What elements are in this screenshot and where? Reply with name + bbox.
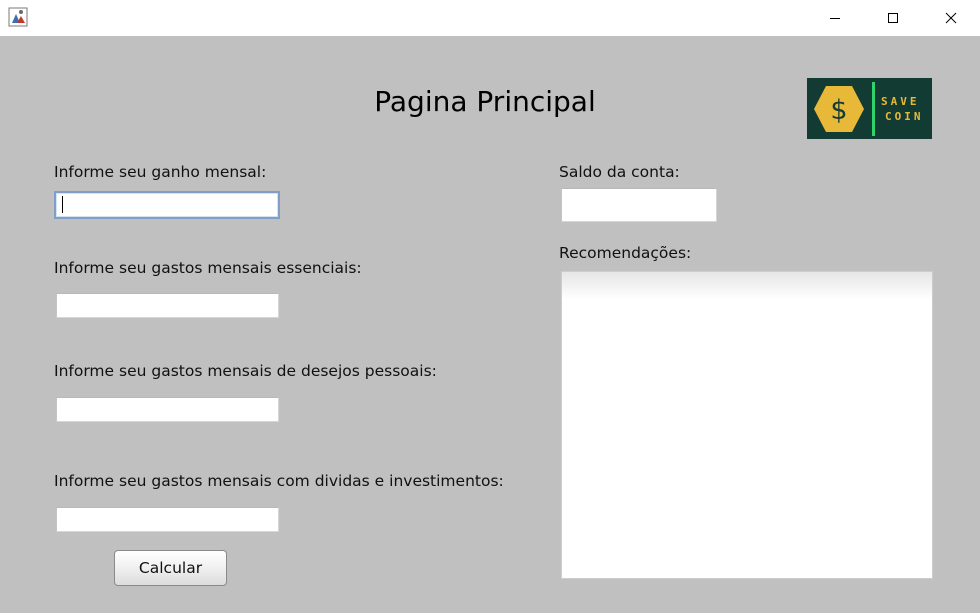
calculate-button[interactable]: Calcular (114, 550, 227, 586)
close-icon (945, 12, 957, 24)
logo-line-2: COIN (885, 110, 924, 123)
logo-wordmark: SAVE COIN (881, 94, 931, 124)
logo-symbol: $ (830, 95, 847, 126)
debts-investments-label: Informe seu gastos mensais com dividas e… (54, 472, 504, 490)
close-button[interactable] (922, 0, 980, 36)
text-caret (62, 196, 63, 213)
logo-accent-bar (872, 82, 875, 136)
app-window: Pagina Principal $ SAVE COIN Informe seu… (0, 0, 980, 613)
debts-investments-input[interactable] (56, 507, 279, 532)
maximize-button[interactable] (864, 0, 922, 36)
minimize-icon (830, 18, 840, 19)
personal-expenses-label: Informe seu gastos mensais de desejos pe… (54, 362, 437, 380)
recommendations-textarea[interactable] (561, 271, 933, 579)
balance-field[interactable] (561, 188, 717, 222)
maximize-icon (888, 13, 898, 23)
save-coin-logo: $ SAVE COIN (807, 78, 932, 139)
essential-expenses-label: Informe seu gastos mensais essenciais: (54, 259, 362, 277)
balance-label: Saldo da conta: (559, 163, 680, 181)
essential-expenses-input[interactable] (56, 293, 279, 318)
income-label: Informe seu ganho mensal: (54, 163, 267, 181)
logo-line-1: SAVE (881, 95, 920, 108)
minimize-button[interactable] (806, 0, 864, 36)
personal-expenses-input[interactable] (56, 397, 279, 422)
page-title: Pagina Principal (374, 85, 596, 118)
coin-hexagon-icon: $ (814, 86, 864, 132)
recommendations-label: Recomendações: (559, 244, 692, 262)
title-bar[interactable] (0, 0, 980, 36)
java-app-icon[interactable] (8, 7, 28, 27)
income-input[interactable] (54, 191, 280, 219)
